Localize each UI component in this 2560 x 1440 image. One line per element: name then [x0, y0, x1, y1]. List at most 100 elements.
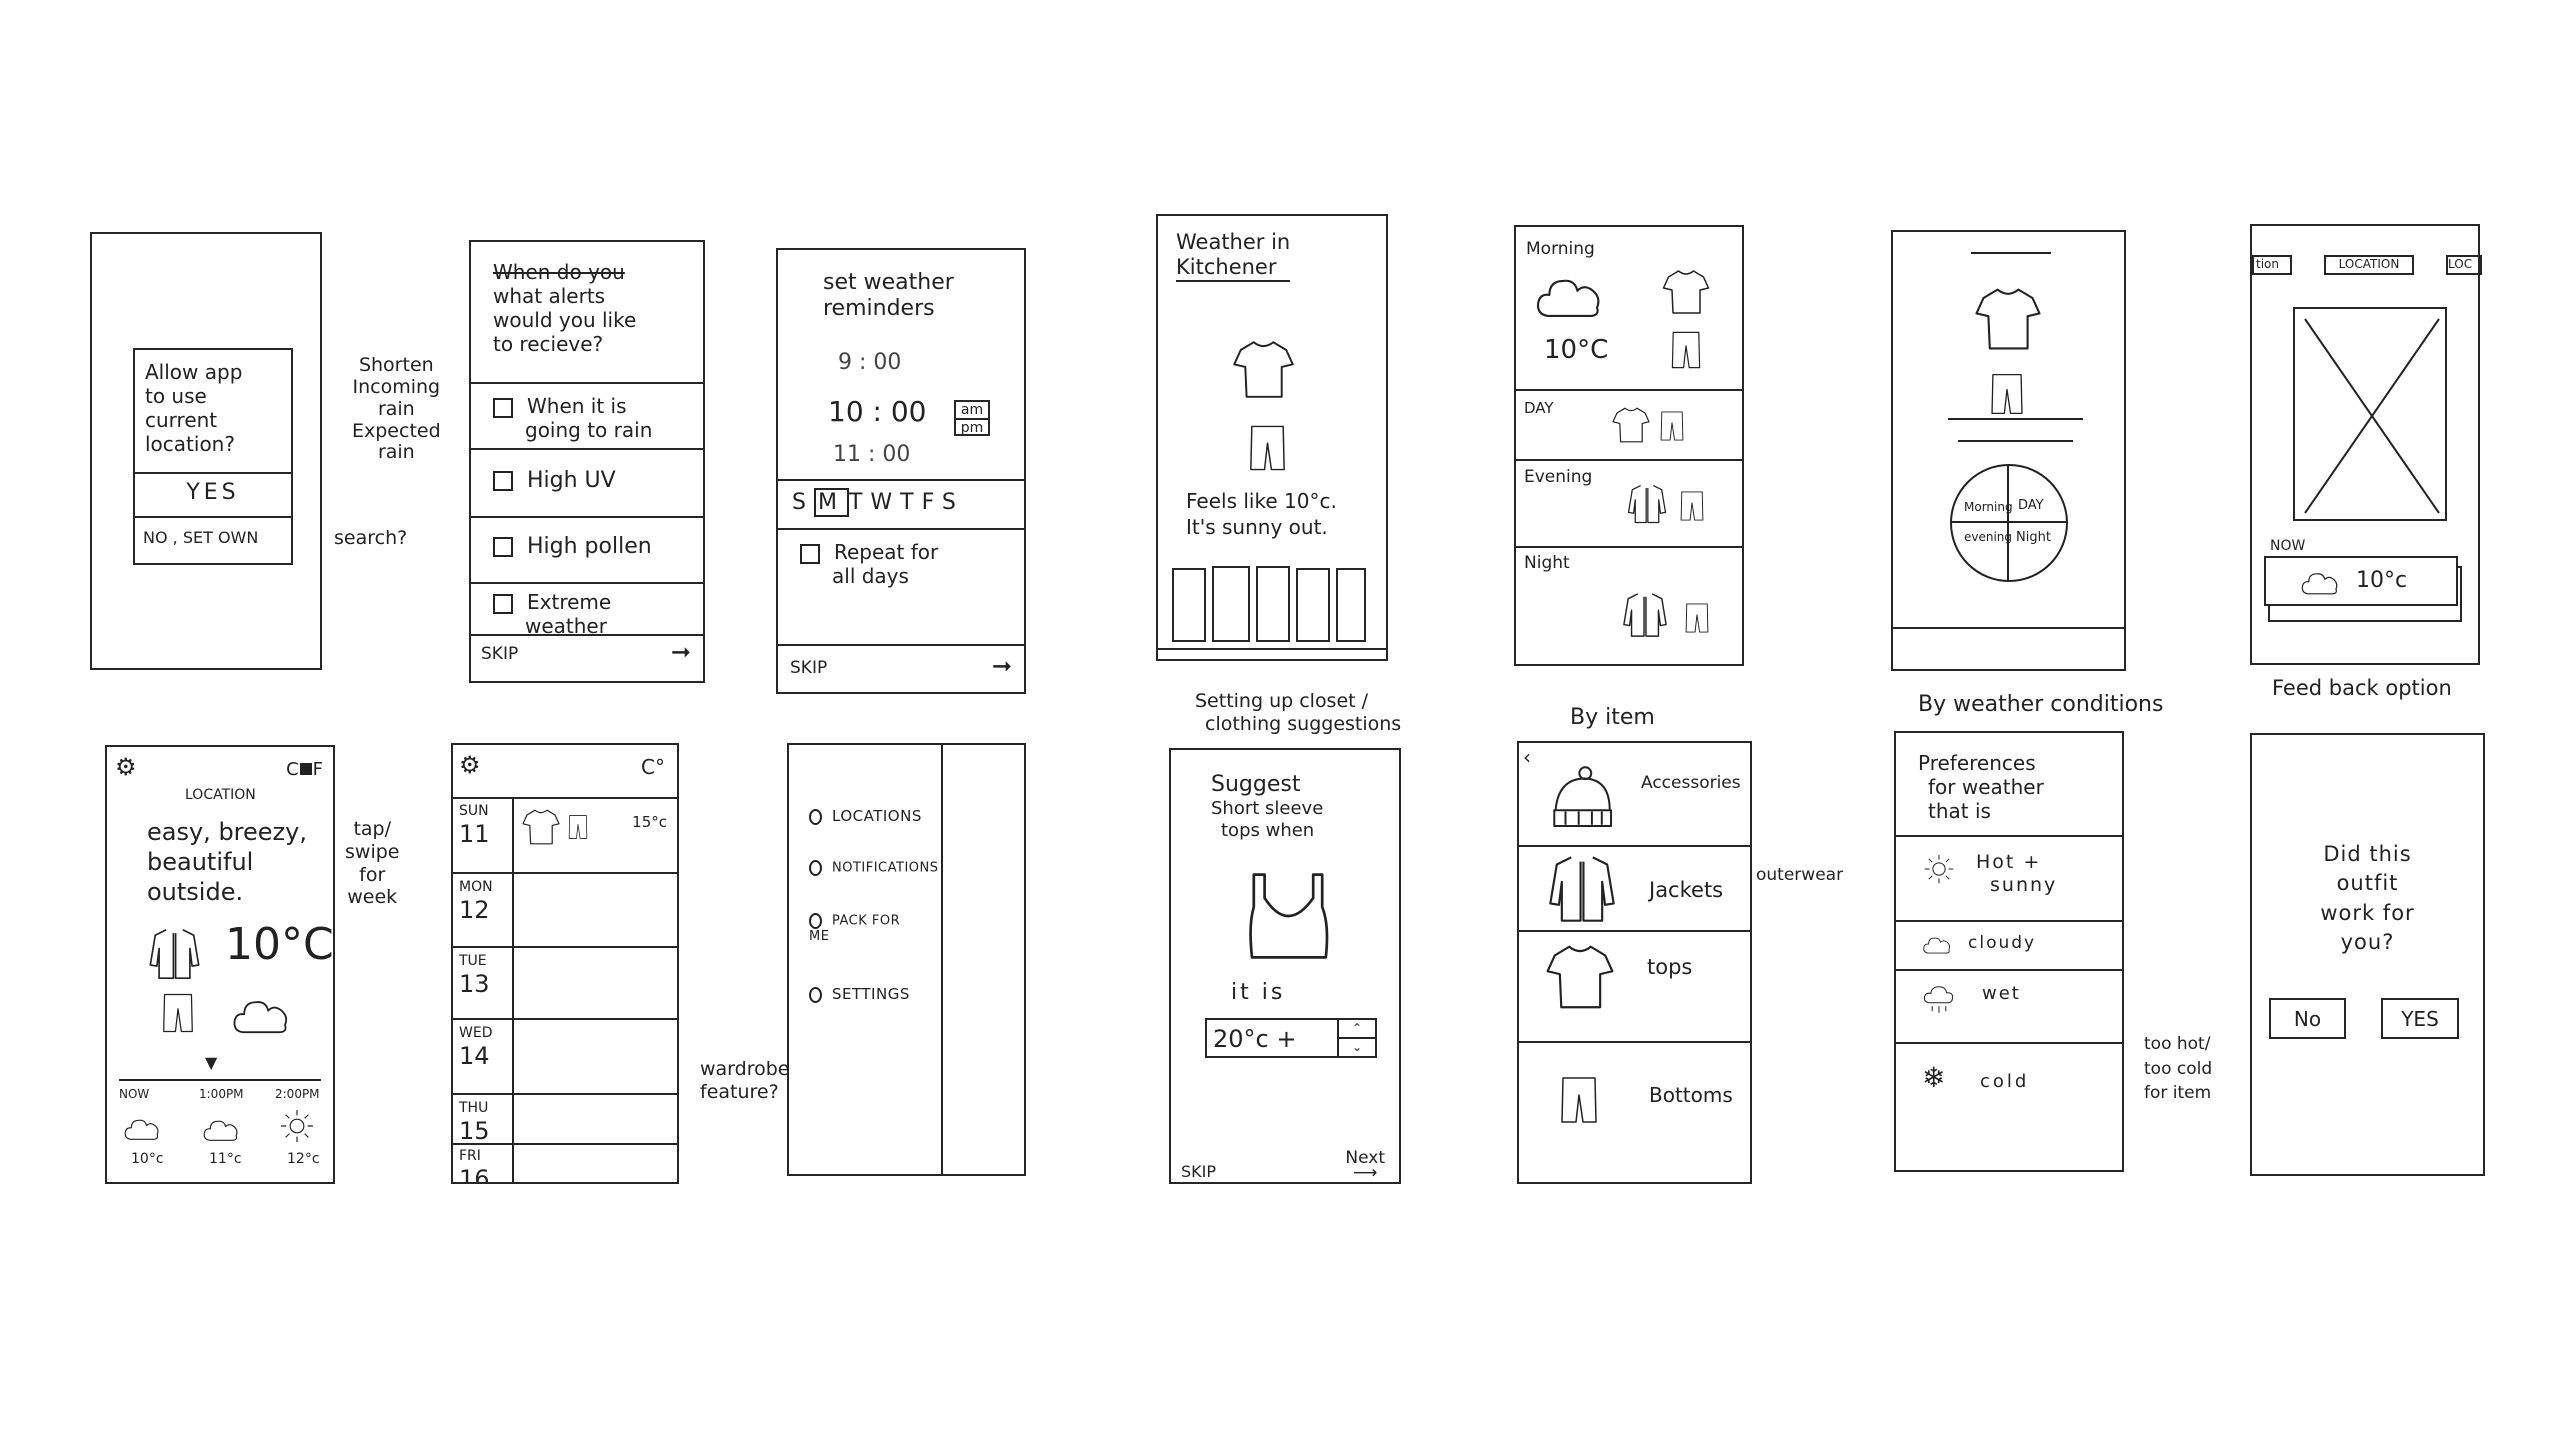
- temperature-value[interactable]: 20°c +: [1213, 1025, 1296, 1054]
- repeat-checkbox[interactable]: Repeat for all days: [800, 540, 938, 588]
- time-option[interactable]: 9 : 00: [838, 350, 901, 376]
- yes-button[interactable]: YES: [135, 480, 291, 506]
- back-chevron-icon[interactable]: ‹: [1523, 745, 1531, 769]
- category-accessories[interactable]: Accessories: [1641, 773, 1741, 793]
- unit-label[interactable]: C°: [641, 755, 665, 779]
- day-temp: 15°c: [632, 813, 667, 831]
- pref-wet[interactable]: wet: [1982, 983, 2021, 1005]
- checkbox[interactable]: [493, 593, 513, 614]
- now-weather-card[interactable]: 10°c: [2264, 556, 2458, 606]
- feels-like-text: Feels like 10°c. It's sunny out.: [1186, 489, 1337, 539]
- morning-label: Morning: [1526, 239, 1595, 259]
- wheel-morning[interactable]: Morning: [1964, 500, 2013, 514]
- tab-location[interactable]: LOCATION: [2324, 255, 2414, 275]
- week-day-row[interactable]: THU 15: [459, 1100, 490, 1146]
- menu-item-pack-for-me[interactable]: PACK FOR ME: [809, 913, 919, 945]
- skip-button[interactable]: SKIP: [481, 644, 518, 664]
- location-label[interactable]: LOCATION: [185, 787, 256, 804]
- option-rain[interactable]: When it is going to rain: [493, 394, 652, 442]
- clothing-card[interactable]: [1296, 568, 1330, 642]
- expand-handle-icon[interactable]: ▼: [205, 1053, 217, 1072]
- week-day-row[interactable]: MON 12: [459, 879, 493, 925]
- no-button[interactable]: No: [2269, 998, 2346, 1039]
- category-tops[interactable]: tops: [1647, 955, 1692, 980]
- category-bottoms[interactable]: Bottoms: [1649, 1083, 1733, 1107]
- clothing-card[interactable]: [1256, 566, 1290, 642]
- hour-label: 1:00PM: [199, 1087, 244, 1101]
- divider: [1958, 440, 2073, 442]
- checkbox[interactable]: [493, 537, 513, 557]
- option-extreme[interactable]: Extreme weather: [493, 590, 611, 638]
- time-option[interactable]: 11 : 00: [833, 442, 910, 468]
- time-of-day-wheel[interactable]: Morning DAY evening Night: [1950, 464, 2068, 582]
- annotation-search: search?: [334, 527, 408, 549]
- divider: [1948, 418, 2083, 420]
- category-jackets[interactable]: Jackets: [1649, 878, 1723, 903]
- pref-cold[interactable]: cold: [1980, 1071, 2029, 1093]
- wheel-day[interactable]: DAY: [2018, 498, 2044, 514]
- weather-headline: easy, breezy, beautiful outside.: [147, 818, 307, 906]
- week-day-row[interactable]: FRI 16: [459, 1148, 490, 1182]
- hour-temp: 12°c: [287, 1151, 320, 1167]
- permission-dialog: Allow app to use current location? YES NO ,…: [133, 348, 293, 565]
- checkbox[interactable]: [493, 397, 513, 418]
- time-selected[interactable]: 10 : 00: [828, 395, 927, 429]
- divider: [1971, 252, 2051, 254]
- arrow-right-icon[interactable]: ➞: [671, 638, 691, 667]
- increment-icon[interactable]: ⌃: [1339, 1020, 1375, 1039]
- snowflake-icon: ❄: [1922, 1061, 1946, 1094]
- day-picker[interactable]: S M TWTFS: [792, 488, 964, 517]
- shirt-icon: [521, 807, 561, 847]
- hour-label: 2:00PM: [275, 1087, 320, 1101]
- am-pm-toggle[interactable]: am pm: [954, 400, 990, 436]
- pref-cloudy[interactable]: cloudy: [1968, 933, 2036, 953]
- annotation-feedback: Feed back option: [2272, 676, 2452, 700]
- option-pollen[interactable]: High pollen: [493, 534, 652, 560]
- shirt-icon: [1227, 337, 1300, 402]
- set-own-location-button[interactable]: NO , SET OWN: [143, 528, 258, 547]
- wheel-night[interactable]: Night: [2016, 530, 2051, 546]
- week-day-row[interactable]: WED 14: [459, 1025, 492, 1071]
- next-button[interactable]: Next ⟶: [1345, 1148, 1385, 1182]
- pants-icon: [1666, 327, 1706, 373]
- pref-hot-sunny[interactable]: Hot + sunny: [1976, 851, 2057, 897]
- tab-partial-right[interactable]: LOC: [2446, 255, 2482, 275]
- menu-item-locations[interactable]: LOCATIONS: [809, 807, 922, 825]
- screen-weather-preferences: Preferences for weather that is Hot + sunny…: [1894, 731, 2124, 1172]
- clothing-card[interactable]: [1172, 568, 1206, 642]
- shirt-icon: [1544, 941, 1616, 1013]
- option-uv[interactable]: High UV: [493, 468, 616, 494]
- decrement-icon[interactable]: ⌄: [1339, 1039, 1375, 1056]
- screen-wheel: Morning DAY evening Night: [1891, 230, 2126, 671]
- yes-button[interactable]: YES: [2381, 998, 2459, 1039]
- annotation-shorten: Shorten Incoming rain Expected rain: [352, 354, 441, 464]
- screen-side-menu: LOCATIONS NOTIFICATIONS PACK FOR ME SETT…: [787, 743, 1026, 1176]
- checkbox[interactable]: [493, 471, 513, 491]
- cloud-sun-icon: [2300, 568, 2340, 598]
- feedback-question: Did this outfit work for you?: [2320, 842, 2415, 955]
- wheel-evening[interactable]: evening: [1964, 530, 2012, 544]
- settings-gear-icon[interactable]: ⚙: [115, 753, 137, 782]
- skip-button[interactable]: SKIP: [790, 658, 827, 678]
- stepper-arrows[interactable]: ⌃ ⌄: [1337, 1020, 1375, 1056]
- screen-reminders: set weather reminders 9 : 00 10 : 00 am pm…: [776, 248, 1026, 694]
- temperature-stepper[interactable]: 20°c + ⌃ ⌄: [1205, 1018, 1377, 1058]
- week-day-row[interactable]: TUE 13: [459, 953, 490, 999]
- menu-item-settings[interactable]: SETTINGS: [809, 985, 910, 1003]
- tab-partial[interactable]: tion: [2252, 255, 2292, 275]
- arrow-right-icon[interactable]: ➞: [992, 652, 1012, 681]
- skip-button[interactable]: SKIP: [1181, 1162, 1216, 1181]
- annotation-tap-swipe: tap/swipe for week: [345, 818, 400, 909]
- hour-label: NOW: [119, 1087, 150, 1101]
- sketch-canvas: Shorten Incoming rain Expected rain search? …: [0, 0, 2560, 1440]
- screen-week: ⚙ C° SUN 11 15°c MON 12 TUE 13 WED 14 THU 15 …: [451, 743, 679, 1184]
- screen-location-permission: Allow app to use current location? YES NO ,…: [90, 232, 322, 670]
- menu-item-notifications[interactable]: NOTIFICATIONS: [809, 860, 939, 876]
- settings-gear-icon[interactable]: ⚙: [459, 751, 481, 780]
- week-day-row[interactable]: SUN 11: [459, 803, 490, 849]
- screen-feedback: Did this outfit work for you? No YES: [2250, 733, 2485, 1176]
- day-selected[interactable]: M: [813, 488, 849, 517]
- unit-toggle[interactable]: CF: [286, 759, 323, 781]
- clothing-card[interactable]: [1336, 568, 1366, 642]
- clothing-card[interactable]: [1212, 566, 1250, 642]
